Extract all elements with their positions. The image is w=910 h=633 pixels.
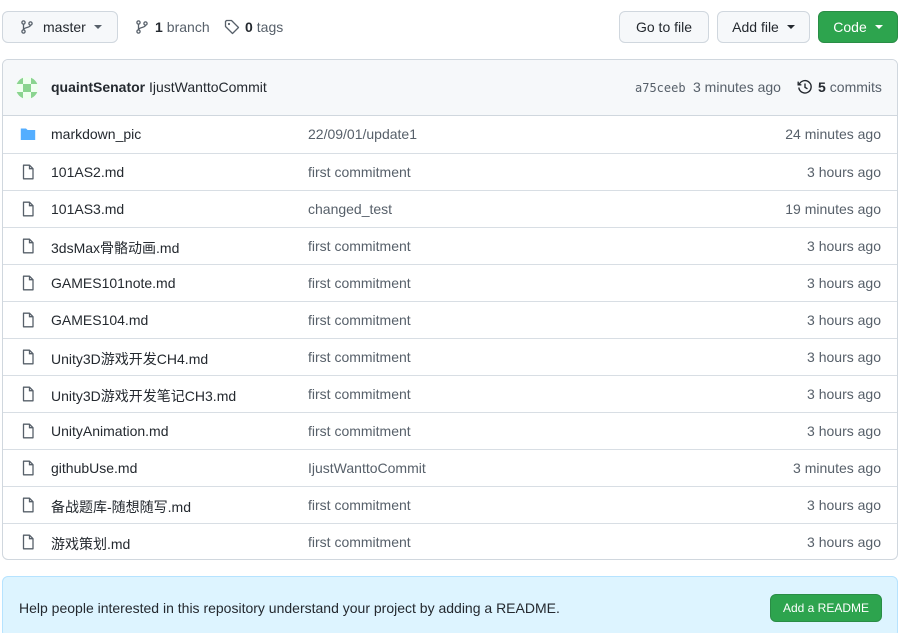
file-commit-message-link[interactable]: first commitment: [308, 534, 411, 550]
branch-name: master: [43, 19, 86, 35]
file-icon: [20, 275, 36, 294]
file-row[interactable]: 3dsMax骨骼动画.md first commitment 3 hours ago: [3, 227, 897, 264]
file-row[interactable]: UnityAnimation.md first commitment 3 hours…: [3, 412, 897, 449]
file-name-link[interactable]: 游戏策划.md: [51, 534, 130, 554]
file-name-link[interactable]: githubUse.md: [51, 460, 137, 476]
file-icon: [20, 497, 36, 516]
history-icon: [797, 79, 812, 94]
file-row[interactable]: GAMES101note.md first commitment 3 hours a…: [3, 264, 897, 301]
file-icon: [20, 164, 36, 183]
file-row[interactable]: 备战题库-随想随写.md first commitment 3 hours ago: [3, 486, 897, 523]
branches-label: branch: [166, 19, 210, 35]
file-commit-message-link[interactable]: first commitment: [308, 312, 411, 328]
file-row[interactable]: Unity3D游戏开发笔记CH3.md first commitment 3 hou…: [3, 375, 897, 412]
file-commit-time: 3 hours ago: [807, 164, 881, 180]
tags-link[interactable]: 0 tags: [224, 11, 283, 43]
go-to-file-label: Go to file: [635, 19, 693, 35]
file-row[interactable]: GAMES104.md first commitment 3 hours ago: [3, 301, 897, 338]
commit-author-link[interactable]: quaintSenator: [51, 79, 145, 95]
add-file-label: Add file: [732, 19, 779, 35]
tag-icon: [224, 19, 240, 35]
file-name-link[interactable]: GAMES101note.md: [51, 275, 176, 291]
commits-history-link[interactable]: 5 commits: [797, 79, 882, 95]
file-icon: [20, 349, 36, 368]
file-commit-time: 19 minutes ago: [785, 201, 881, 217]
file-commit-time: 3 hours ago: [807, 497, 881, 513]
commit-message-link[interactable]: IjustWanttoCommit: [149, 79, 267, 95]
file-icon: [20, 423, 36, 442]
go-to-file-button[interactable]: Go to file: [619, 11, 709, 43]
file-commit-message-link[interactable]: IjustWanttoCommit: [308, 460, 426, 476]
file-row[interactable]: 游戏策划.md first commitment 3 hours ago: [3, 523, 897, 559]
file-commit-message-link[interactable]: changed_test: [308, 201, 392, 217]
file-row[interactable]: 101AS2.md first commitment 3 hours ago: [3, 153, 897, 190]
file-commit-message-link[interactable]: first commitment: [308, 386, 411, 402]
file-name-link[interactable]: 101AS3.md: [51, 201, 124, 217]
file-commit-time: 3 hours ago: [807, 275, 881, 291]
file-icon: [20, 312, 36, 331]
file-commit-message-link[interactable]: first commitment: [308, 497, 411, 513]
chevron-down-icon: [874, 25, 883, 29]
branches-count: 1: [155, 19, 163, 35]
tags-count: 0: [245, 19, 253, 35]
file-commit-time: 3 minutes ago: [793, 460, 881, 476]
file-row[interactable]: Unity3D游戏开发CH4.md first commitment 3 hours…: [3, 338, 897, 375]
file-commit-time: 3 hours ago: [807, 349, 881, 365]
tags-label: tags: [256, 19, 284, 35]
file-commit-time: 3 hours ago: [807, 386, 881, 402]
readme-prompt-text: Help people interested in this repositor…: [19, 600, 560, 616]
file-name-link[interactable]: UnityAnimation.md: [51, 423, 169, 439]
code-button[interactable]: Code: [818, 11, 898, 43]
file-commit-time: 24 minutes ago: [785, 126, 881, 142]
file-commit-message-link[interactable]: first commitment: [308, 238, 411, 254]
file-name-link[interactable]: GAMES104.md: [51, 312, 148, 328]
branch-select-button[interactable]: master: [2, 11, 118, 43]
latest-commit-bar: quaintSenator IjustWanttoCommit a75ceeb …: [3, 60, 897, 116]
chevron-down-icon: [93, 25, 102, 29]
file-commit-time: 3 hours ago: [807, 534, 881, 550]
file-commit-time: 3 hours ago: [807, 312, 881, 328]
file-row[interactable]: githubUse.md IjustWanttoCommit 3 minutes a…: [3, 449, 897, 486]
file-icon: [20, 534, 36, 553]
file-commit-time: 3 hours ago: [807, 423, 881, 439]
git-branch-icon: [136, 20, 148, 34]
file-name-link[interactable]: Unity3D游戏开发笔记CH3.md: [51, 386, 236, 406]
file-commit-time: 3 hours ago: [807, 238, 881, 254]
file-name-link[interactable]: 101AS2.md: [51, 164, 124, 180]
file-commit-message-link[interactable]: first commitment: [308, 349, 411, 365]
readme-prompt: Help people interested in this repositor…: [2, 576, 898, 633]
file-icon: [20, 386, 36, 405]
file-name-link[interactable]: Unity3D游戏开发CH4.md: [51, 349, 208, 369]
commit-sha-link[interactable]: a75ceeb: [635, 81, 686, 95]
avatar[interactable]: [16, 77, 38, 99]
file-row[interactable]: 101AS3.md changed_test 19 minutes ago: [3, 190, 897, 227]
commit-time: 3 minutes ago: [693, 79, 781, 95]
commits-label: commits: [829, 79, 882, 95]
add-file-button[interactable]: Add file: [717, 11, 810, 43]
file-rows: markdown_pic 22/09/01/update1 24 minutes a…: [3, 116, 897, 559]
file-icon: [20, 238, 36, 257]
file-name-link[interactable]: 3dsMax骨骼动画.md: [51, 238, 179, 258]
file-row[interactable]: markdown_pic 22/09/01/update1 24 minutes a…: [3, 116, 897, 153]
git-branch-icon: [21, 20, 33, 34]
file-commit-message-link[interactable]: first commitment: [308, 423, 411, 439]
file-icon: [20, 460, 36, 479]
folder-icon: [20, 126, 36, 145]
chevron-down-icon: [786, 25, 795, 29]
add-readme-label: Add a README: [782, 601, 870, 615]
file-commit-message-link[interactable]: 22/09/01/update1: [308, 126, 417, 142]
file-commit-message-link[interactable]: first commitment: [308, 164, 411, 180]
branches-link[interactable]: 1 branch: [134, 11, 210, 43]
commits-count: 5: [818, 79, 826, 95]
file-name-link[interactable]: markdown_pic: [51, 126, 141, 142]
file-list-box: quaintSenator IjustWanttoCommit a75ceeb …: [2, 59, 898, 560]
file-name-link[interactable]: 备战题库-随想随写.md: [51, 497, 191, 517]
file-icon: [20, 201, 36, 220]
code-label: Code: [833, 19, 867, 35]
file-commit-message-link[interactable]: first commitment: [308, 275, 411, 291]
add-readme-button[interactable]: Add a README: [770, 594, 882, 622]
